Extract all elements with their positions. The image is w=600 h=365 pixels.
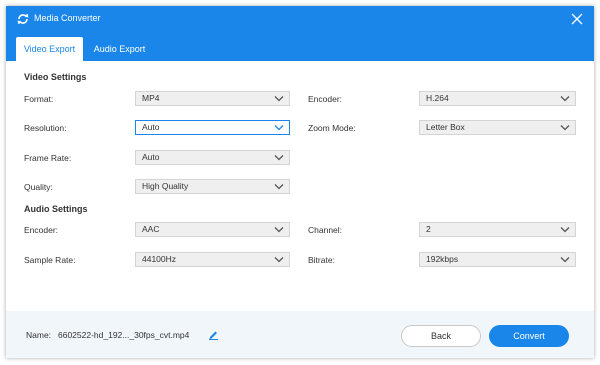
title-bar: Media Converter Video Export Audio Expor… — [6, 6, 594, 61]
quality-value: High Quality — [142, 181, 189, 191]
frame-rate-select[interactable]: Auto — [135, 150, 290, 165]
zoom-mode-value: Letter Box — [426, 122, 465, 132]
close-icon[interactable] — [570, 12, 584, 26]
media-converter-window: Media Converter Video Export Audio Expor… — [6, 6, 594, 358]
video-settings-heading: Video Settings — [24, 72, 87, 82]
sample-rate-label: Sample Rate: — [24, 255, 76, 265]
refresh-icon — [17, 13, 29, 25]
resolution-label: Resolution: — [24, 123, 67, 133]
chevron-down-icon — [274, 125, 284, 131]
resolution-select[interactable]: Auto — [135, 120, 290, 135]
back-button[interactable]: Back — [401, 325, 481, 347]
chevron-down-icon — [274, 155, 284, 161]
zoom-mode-label: Zoom Mode: — [308, 123, 356, 133]
name-label: Name: — [26, 330, 52, 340]
chevron-down-icon — [274, 96, 284, 102]
file-name: 6602522-hd_192..._30fps_cvt.mp4 — [58, 330, 190, 340]
window-title: Media Converter — [34, 13, 101, 23]
chevron-down-icon — [274, 227, 284, 233]
tab-video-export[interactable]: Video Export — [16, 37, 83, 61]
bitrate-value: 192kbps — [426, 254, 459, 264]
format-value: MP4 — [142, 93, 160, 103]
video-encoder-select[interactable]: H.264 — [419, 91, 576, 106]
convert-button[interactable]: Convert — [489, 325, 569, 347]
channel-select[interactable]: 2 — [419, 222, 576, 237]
chevron-down-icon — [560, 257, 570, 263]
format-label: Format: — [24, 94, 54, 104]
sample-rate-select[interactable]: 44100Hz — [135, 252, 290, 267]
audio-encoder-label: Encoder: — [24, 225, 59, 235]
footer-bar: Name: 6602522-hd_192..._30fps_cvt.mp4 Ba… — [6, 311, 594, 358]
chevron-down-icon — [560, 96, 570, 102]
chevron-down-icon — [274, 257, 284, 263]
channel-label: Channel: — [308, 225, 343, 235]
zoom-mode-select[interactable]: Letter Box — [419, 120, 576, 135]
chevron-down-icon — [274, 184, 284, 190]
resolution-value: Auto — [142, 122, 160, 132]
chevron-down-icon — [560, 125, 570, 131]
chevron-down-icon — [560, 227, 570, 233]
tab-audio-export[interactable]: Audio Export — [86, 37, 153, 61]
format-select[interactable]: MP4 — [135, 91, 290, 106]
bitrate-label: Bitrate: — [308, 255, 335, 265]
channel-value: 2 — [426, 224, 431, 234]
audio-encoder-value: AAC — [142, 224, 160, 234]
bitrate-select[interactable]: 192kbps — [419, 252, 576, 267]
quality-select[interactable]: High Quality — [135, 179, 290, 194]
video-encoder-label: Encoder: — [308, 94, 343, 104]
frame-rate-value: Auto — [142, 152, 160, 162]
audio-settings-heading: Audio Settings — [24, 204, 88, 214]
frame-rate-label: Frame Rate: — [24, 153, 72, 163]
sample-rate-value: 44100Hz — [142, 254, 177, 264]
pencil-icon[interactable] — [208, 329, 219, 340]
video-encoder-value: H.264 — [426, 93, 449, 103]
audio-encoder-select[interactable]: AAC — [135, 222, 290, 237]
quality-label: Quality: — [24, 182, 53, 192]
